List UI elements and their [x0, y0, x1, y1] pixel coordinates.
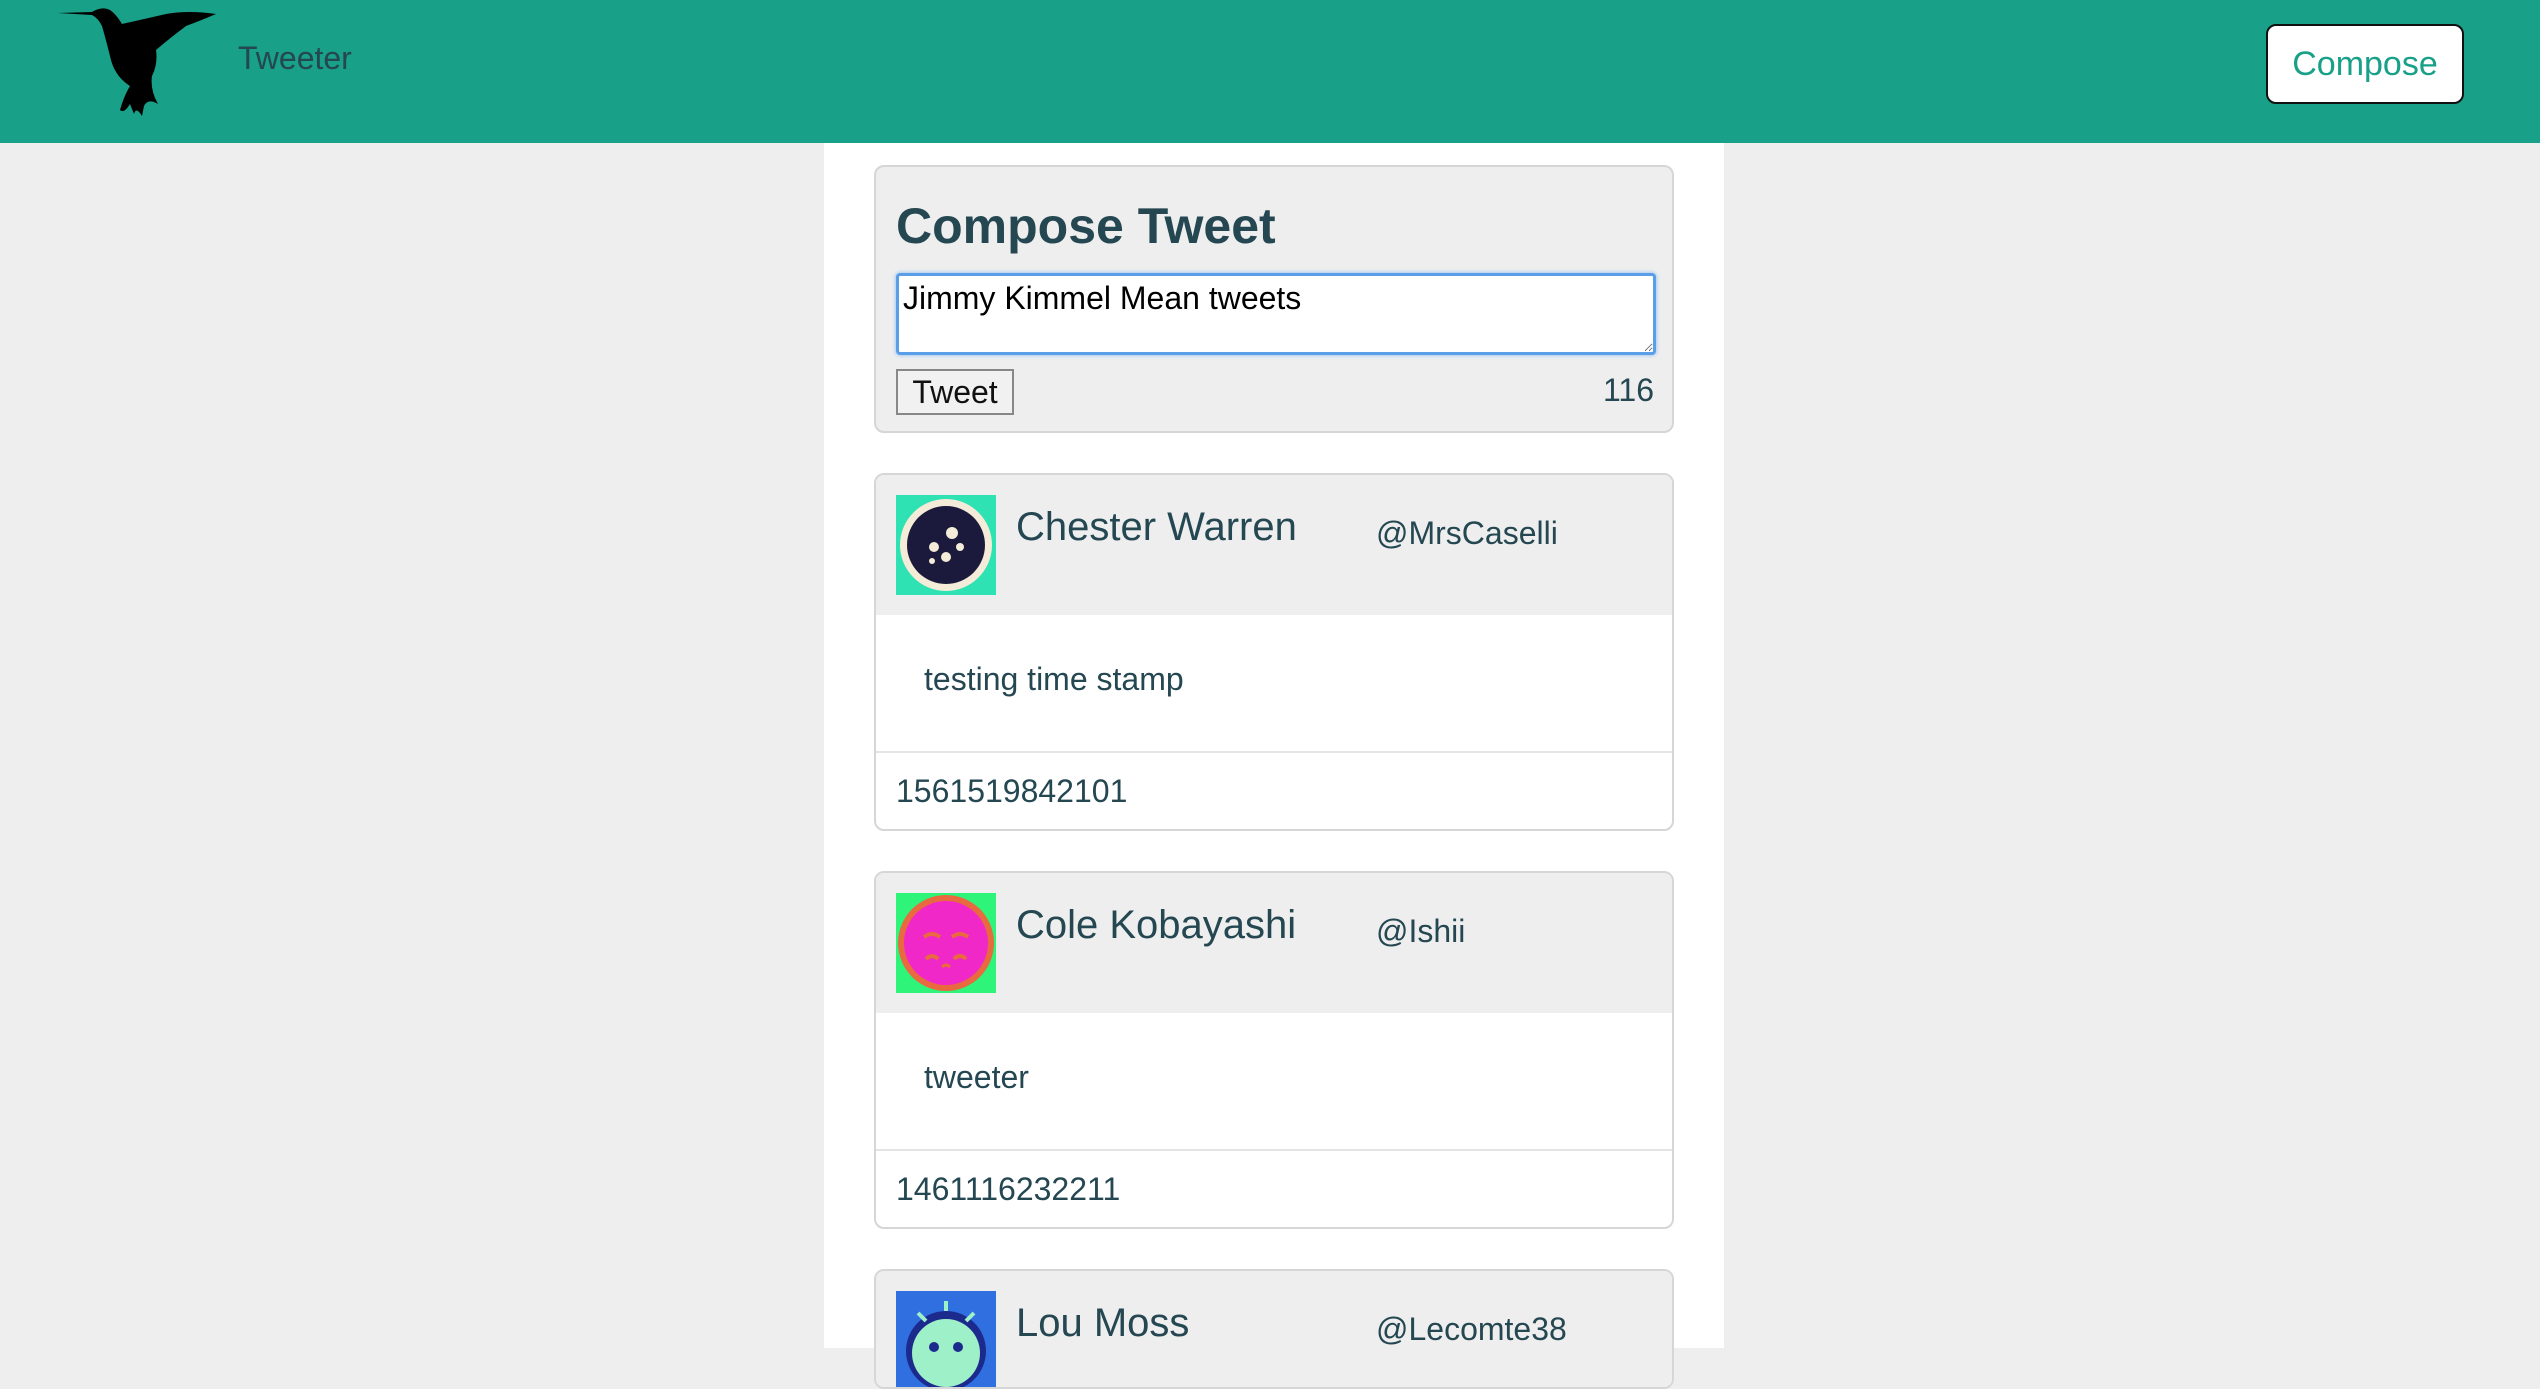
- compose-tweet-panel: Compose Tweet Jimmy Kimmel Mean tweets T…: [874, 165, 1674, 433]
- tweet-card: Chester Warren @MrsCaselli testing time …: [874, 473, 1674, 831]
- tweet-text: tweeter: [924, 1059, 1029, 1095]
- tweet-card: Lou Moss @Lecomte38: [874, 1269, 1674, 1389]
- tweet-author-handle: @Ishii: [1376, 913, 1466, 949]
- tweet-timestamp: 1461116232211: [896, 1171, 1121, 1207]
- tweet-author-name: Lou Moss: [1016, 1301, 1190, 1345]
- tweet-body: tweeter: [876, 1013, 1672, 1151]
- compose-title: Compose Tweet: [896, 198, 1276, 254]
- tweet-footer: 1561519842101: [876, 753, 1672, 829]
- tweet-timestamp: 1561519842101: [896, 773, 1128, 809]
- tweet-header: Lou Moss @Lecomte38: [876, 1271, 1672, 1387]
- tweet-textarea[interactable]: Jimmy Kimmel Mean tweets: [896, 273, 1656, 355]
- tweet-header: Chester Warren @MrsCaselli: [876, 475, 1672, 615]
- avatar-sleepy-face-icon: [896, 893, 996, 993]
- tweet-author-handle: @Lecomte38: [1376, 1311, 1567, 1347]
- tweet-footer: 1461116232211: [876, 1151, 1672, 1227]
- tweet-author-name: Cole Kobayashi: [1016, 903, 1297, 947]
- tweet-submit-button[interactable]: Tweet: [896, 369, 1014, 415]
- avatar-blue-face-icon: [896, 1291, 996, 1387]
- compose-toggle-button[interactable]: Compose: [2266, 24, 2464, 104]
- main-container: Compose Tweet Jimmy Kimmel Mean tweets T…: [824, 143, 1724, 1389]
- navbar: Tweeter Compose: [0, 0, 2540, 143]
- tweet-text: testing time stamp: [924, 661, 1184, 697]
- tweet-author-handle: @MrsCaselli: [1376, 515, 1558, 551]
- avatar-dark-circle-icon: [896, 495, 996, 595]
- tweet-card: Cole Kobayashi @Ishii tweeter 1461116232…: [874, 871, 1674, 1229]
- tweet-body: testing time stamp: [876, 615, 1672, 753]
- tweet-author-name: Chester Warren: [1016, 505, 1297, 549]
- hummingbird-icon: [58, 8, 216, 116]
- tweet-header: Cole Kobayashi @Ishii: [876, 873, 1672, 1013]
- character-counter: 116: [1602, 372, 1654, 408]
- brand-title[interactable]: Tweeter: [238, 40, 352, 77]
